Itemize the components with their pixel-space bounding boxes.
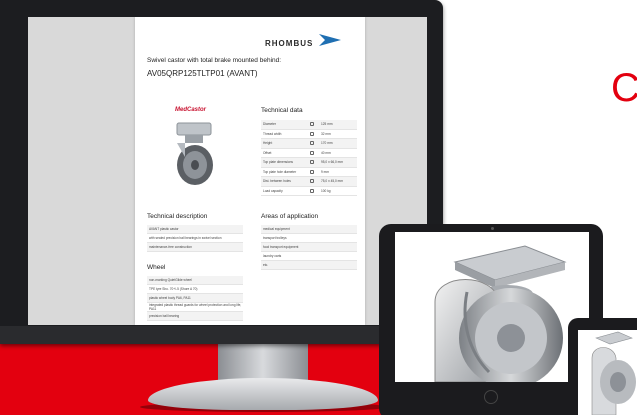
technical-data-row: Height 170 mm [261,139,357,149]
row-label: Diameter [263,122,276,127]
load-icon [307,188,317,194]
row-label: Thread width [263,131,282,136]
distance-icon [307,178,317,184]
row-label: Load capacity [263,188,283,193]
tablet-camera [491,227,494,230]
technical-description-list: AVANT plastic castor with sealed precisi… [147,225,243,252]
row-value: 95,0 x 66,0 mm [321,160,343,165]
areas-of-application-title: Areas of application [261,213,319,220]
width-icon [307,131,317,137]
row-value: 40 mm [321,150,331,155]
row-label: Top plate hole diameter [263,169,297,174]
list-item: plastic wheel body PA6, PA11 [147,294,243,303]
castor-3d-render [434,245,567,382]
list-item: precision ball bearing [147,312,243,321]
doc-product-code: AV05QRP125TLTP01 (AVANT) [147,69,258,78]
offset-icon [307,150,317,156]
height-icon [307,140,317,146]
row-value: 75,0 x 45,0 mm [321,179,343,184]
marketing-scene: C RHOMBUS Swivel castor with total brake… [0,0,637,415]
row-value: 32 mm [321,131,331,136]
list-item: non-marking QuietGlide wheel [147,276,243,285]
row-value: 100 kg [321,188,331,193]
row-value: 170 mm [321,141,333,146]
technical-data-row: Top plate hole diameter 9 mm [261,168,357,177]
areas-of-application-list: medical equipment transport trolleys foo… [261,225,357,270]
technical-data-row: Top plate dimensions 95,0 x 66,0 mm [261,158,357,168]
technical-data-title: Technical data [261,107,303,114]
plate-icon [307,159,317,165]
technical-data-row: Dist. between holes 75,0 x 45,0 mm [261,177,357,187]
list-item: integrated plastic thread guards for whe… [147,303,243,312]
brand-name: RHOMBUS [265,39,314,48]
list-item: transport trolleys [261,234,357,243]
list-item: with sealed precision ball bearings in s… [147,234,243,243]
row-label: Dist. between holes [263,179,291,184]
list-item: food transport equipment [261,243,357,252]
desktop-monitor: RHOMBUS Swivel castor with total brake m… [0,0,443,344]
row-value: 9 mm [321,169,329,174]
medcastor-logo: MedCastor [175,107,207,113]
list-item: maintenance-free construction [147,243,243,252]
wheel-title: Wheel [147,264,166,271]
product-datasheet: RHOMBUS Swivel castor with total brake m… [135,17,365,325]
list-item: TPE tyre Sho. 70+/-5 (Shore A 70) [147,285,243,294]
doc-subtitle: Swivel castor with total brake mounted b… [147,57,282,64]
castor-3d-render-small [591,331,636,415]
rhombus-chevron-icon [319,34,341,46]
tablet-home-button [484,390,498,404]
list-item: laundry carts [261,252,357,261]
row-value: 125 mm [321,122,333,127]
technical-description-title: Technical description [147,213,208,220]
castor-product-image [176,122,213,185]
heading-letter: C [611,66,637,110]
row-label: Top plate dimensions [263,160,293,165]
monitor-neck [218,344,308,380]
monitor-chin [0,326,443,344]
hole-icon [307,169,317,175]
phone-screen [578,330,637,415]
diameter-icon [307,121,317,127]
technical-data-row: Diameter 125 mm [261,120,357,130]
row-label: Height [263,141,273,146]
tablet-screen [395,232,589,382]
list-item: medical equipment [261,225,357,234]
technical-data-table: Diameter 125 mm Thread width 32 mm Height 1… [261,120,357,196]
wheel-list: non-marking QuietGlide wheel TPE tyre Sh… [147,276,243,321]
row-label: Offset [263,150,272,155]
list-item: etc. [261,261,357,270]
technical-data-row: Load capacity 100 kg [261,187,357,196]
monitor-screen: RHOMBUS Swivel castor with total brake m… [28,17,427,325]
technical-data-row: Offset 40 mm [261,149,357,158]
technical-data-row: Thread width 32 mm [261,130,357,139]
list-item: AVANT plastic castor [147,225,243,234]
